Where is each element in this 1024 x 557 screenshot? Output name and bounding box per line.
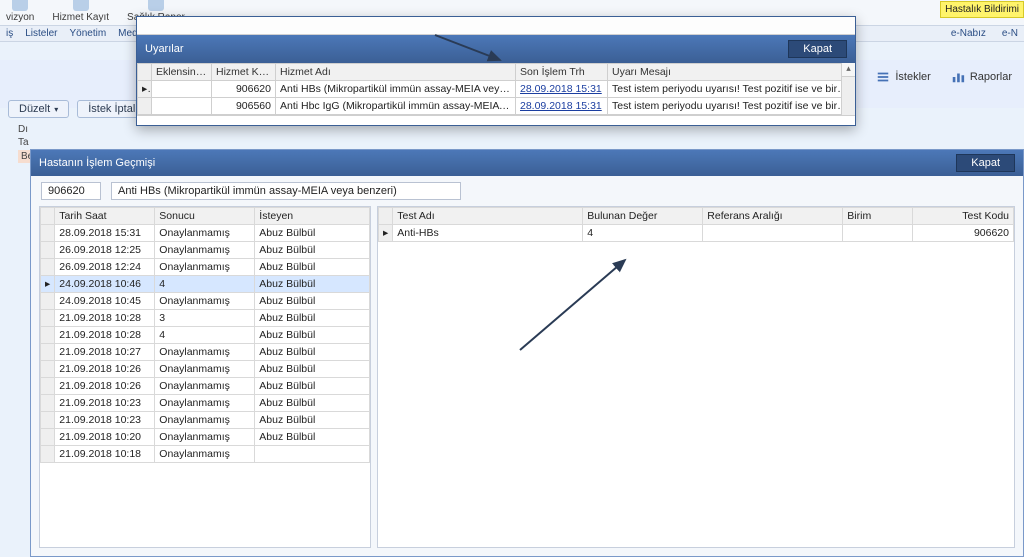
- col-isteyen[interactable]: İsteyen: [255, 208, 370, 225]
- history-grid[interactable]: Tarih Saat Sonucu İsteyen 28.09.2018 15:…: [40, 207, 370, 463]
- results-grid[interactable]: Test Adı Bulunan Değer Referans Aralığı …: [378, 207, 1014, 242]
- row-selector[interactable]: [41, 429, 55, 446]
- row-selector[interactable]: [41, 378, 55, 395]
- uyarilar-close-button[interactable]: Kapat: [788, 40, 847, 58]
- bar-chart-icon: [951, 70, 965, 84]
- uyari-row[interactable]: ▸906620Anti HBs (Mikropartikül immün ass…: [138, 81, 855, 98]
- col-hizmet-kodu[interactable]: Hizmet Kodu: [212, 64, 276, 81]
- history-row[interactable]: ▸24.09.2018 10:464Abuz Bülbül: [41, 276, 370, 293]
- ribbon-item[interactable]: Hizmet Kayıt: [50, 0, 111, 25]
- chevron-down-icon: ▾: [54, 105, 58, 114]
- hastalik-bildirimi-button[interactable]: Hastalık Bildirimi: [940, 1, 1024, 18]
- hasta-islem-gecmisi-panel: Hastanın İşlem Geçmişi Kapat 906620 Anti…: [30, 149, 1024, 557]
- subbar-item[interactable]: Yönetim: [69, 28, 106, 39]
- row-selector[interactable]: [41, 344, 55, 361]
- result-row[interactable]: ▸Anti-HBs4906620: [379, 225, 1014, 242]
- history-row[interactable]: 26.09.2018 12:24OnaylanmamışAbuz Bülbül: [41, 259, 370, 276]
- row-selector[interactable]: ▸: [379, 225, 393, 242]
- col-bulunan-deger[interactable]: Bulunan Değer: [583, 208, 703, 225]
- raporlar-tab[interactable]: Raporlar: [951, 70, 1012, 84]
- uyarilar-scrollbar[interactable]: ▴: [841, 63, 855, 115]
- scroll-up-icon[interactable]: ▴: [842, 63, 855, 77]
- row-selector[interactable]: [41, 259, 55, 276]
- history-row[interactable]: 28.09.2018 15:31OnaylanmamışAbuz Bülbül: [41, 225, 370, 242]
- panel-title: Hastanın İşlem Geçmişi: [39, 157, 155, 169]
- uyari-row[interactable]: 906560Anti Hbc IgG (Mikropartikül immün …: [138, 98, 855, 115]
- col-hizmet-adi[interactable]: Hizmet Adı: [276, 64, 516, 81]
- col-birim[interactable]: Birim: [843, 208, 913, 225]
- row-selector[interactable]: [41, 361, 55, 378]
- row-selector[interactable]: [41, 395, 55, 412]
- col-sonucu[interactable]: Sonucu: [155, 208, 255, 225]
- panel-close-button[interactable]: Kapat: [956, 154, 1015, 172]
- uyarilar-grid[interactable]: Eklensin mi? Hizmet Kodu Hizmet Adı Son …: [137, 63, 855, 115]
- row-selector[interactable]: [41, 242, 55, 259]
- list-icon: [876, 70, 890, 84]
- history-row[interactable]: 21.09.2018 10:23OnaylanmamışAbuz Bülbül: [41, 412, 370, 429]
- history-row[interactable]: 21.09.2018 10:27OnaylanmamışAbuz Bülbül: [41, 344, 370, 361]
- history-row[interactable]: 21.09.2018 10:23OnaylanmamışAbuz Bülbül: [41, 395, 370, 412]
- filter-name-field[interactable]: Anti HBs (Mikropartikül immün assay-MEIA…: [111, 182, 461, 200]
- enabiz-link-2[interactable]: e-N: [1002, 28, 1018, 39]
- enabiz-link[interactable]: e-Nabız: [951, 28, 986, 39]
- row-selector[interactable]: [41, 225, 55, 242]
- col-referans[interactable]: Referans Aralığı: [703, 208, 843, 225]
- filter-code-field[interactable]: 906620: [41, 182, 101, 200]
- istekler-tab[interactable]: İstekler: [876, 70, 930, 84]
- col-son-islem[interactable]: Son İşlem Trh: [516, 64, 608, 81]
- history-row[interactable]: 21.09.2018 10:18Onaylanmamış: [41, 446, 370, 463]
- duzelt-button[interactable]: Düzelt ▾: [8, 100, 69, 118]
- ribbon-item[interactable]: vizyon: [4, 0, 36, 25]
- row-selector[interactable]: [41, 327, 55, 344]
- row-selector[interactable]: ▸: [41, 276, 55, 293]
- uyarilar-title: Uyarılar: [145, 43, 184, 55]
- row-selector[interactable]: ▸: [138, 81, 152, 98]
- history-row[interactable]: 21.09.2018 10:26OnaylanmamışAbuz Bülbül: [41, 361, 370, 378]
- history-row[interactable]: 21.09.2018 10:20OnaylanmamışAbuz Bülbül: [41, 429, 370, 446]
- son-islem-link[interactable]: 28.09.2018 15:31: [516, 98, 608, 115]
- row-selector[interactable]: [41, 310, 55, 327]
- history-row[interactable]: 21.09.2018 10:26OnaylanmamışAbuz Bülbül: [41, 378, 370, 395]
- subbar-item[interactable]: Listeler: [25, 28, 57, 39]
- col-uyari-mesaji[interactable]: Uyarı Mesajı: [608, 64, 855, 81]
- history-row[interactable]: 26.09.2018 12:25OnaylanmamışAbuz Bülbül: [41, 242, 370, 259]
- row-selector[interactable]: [41, 412, 55, 429]
- col-eklensin[interactable]: Eklensin mi?: [152, 64, 212, 81]
- row-selector[interactable]: [41, 293, 55, 310]
- col-test-adi[interactable]: Test Adı: [393, 208, 583, 225]
- row-selector[interactable]: [41, 446, 55, 463]
- col-test-kodu[interactable]: Test Kodu: [913, 208, 1014, 225]
- subbar-item[interactable]: iş: [6, 28, 13, 39]
- row-selector[interactable]: [138, 98, 152, 115]
- history-row[interactable]: 21.09.2018 10:283Abuz Bülbül: [41, 310, 370, 327]
- history-row[interactable]: 24.09.2018 10:45OnaylanmamışAbuz Bülbül: [41, 293, 370, 310]
- history-row[interactable]: 21.09.2018 10:284Abuz Bülbül: [41, 327, 370, 344]
- col-tarih-saat[interactable]: Tarih Saat: [55, 208, 155, 225]
- uyarilar-dialog: Uyarılar Kapat Eklensin mi? Hizmet Kodu …: [136, 16, 856, 126]
- son-islem-link[interactable]: 28.09.2018 15:31: [516, 81, 608, 98]
- uyarilar-titlebar: Uyarılar Kapat: [137, 35, 855, 63]
